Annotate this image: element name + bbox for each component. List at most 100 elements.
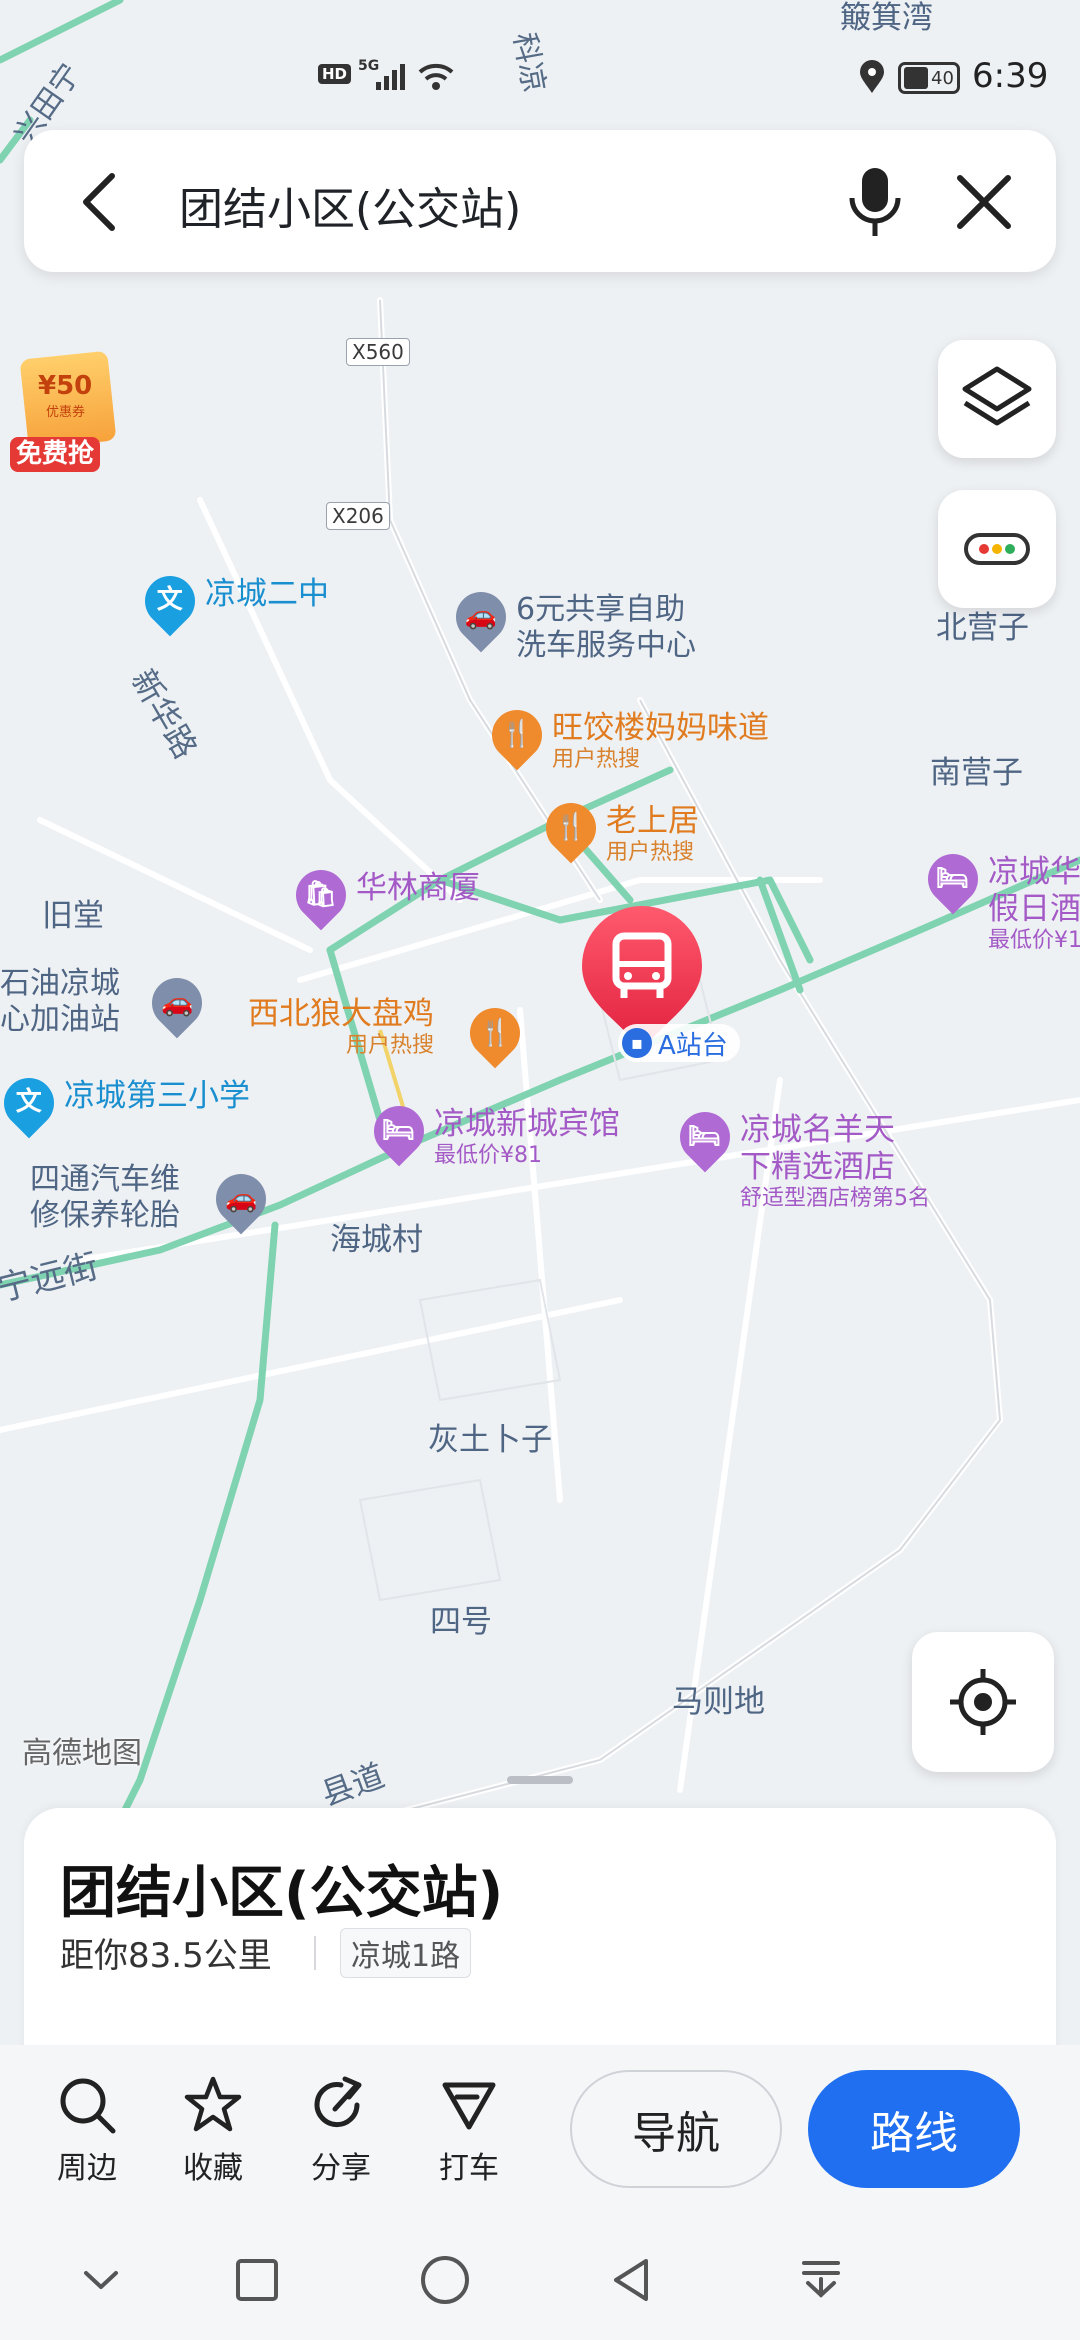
chevron-down-icon [84,2271,118,2289]
poi-holiday-hotel[interactable]: 🛏 凉城华 假日酒 最低价¥1 [917,843,1080,955]
divider [314,1936,316,1970]
home-button[interactable] [410,2245,480,2315]
poi-hualin[interactable]: 🛍 华林商厦 [285,859,480,931]
layers-button[interactable] [938,340,1056,458]
poi-label: 修保养轮胎 [30,1198,180,1233]
wifi-icon [418,63,454,90]
share-button[interactable]: 分享 [286,2075,396,2187]
place-label: 海城村 [330,1222,423,1258]
map-watermark: 高德地图 [22,1736,142,1771]
poi-sublabel: 舒适型酒店榜第5名 [740,1186,930,1212]
poi-label: 凉城名羊天 [740,1112,895,1148]
hotel-icon: 🛏 [363,1095,435,1167]
search-query[interactable]: 团结小区(公交站) [179,173,521,237]
place-label: 旧堂 [42,898,104,934]
poi-label: 凉城新城宾馆 [434,1106,620,1142]
action-label: 分享 [311,2151,371,2186]
action-bar: 周边 收藏 分享 打车 导航 路线 [0,2045,1080,2215]
traffic-icon [964,533,1030,565]
restaurant-icon: 🍴 [481,699,553,771]
bus-stop-icon: ▪ [622,1028,652,1058]
circle-icon [421,2256,469,2304]
poi-label: 凉城华 [988,854,1080,890]
place-title: 团结小区(公交站) [60,1861,504,1926]
route-shield: X560 [346,338,410,366]
location-icon [860,60,884,93]
poi-label: 心加油站 [0,1002,120,1037]
poi-laoshangju[interactable]: 🍴 老上居 用户热搜 [535,792,699,867]
place-label: 北营子 [936,610,1029,646]
back-arrow-icon[interactable] [70,170,130,234]
navigate-button[interactable]: 导航 [570,2070,782,2188]
locate-me-button[interactable] [912,1632,1054,1772]
battery-icon: 40 [898,62,960,94]
poi-wangjiao[interactable]: 🍴 旺饺楼妈妈味道 用户热搜 [481,699,769,774]
poi-label: 旺饺楼妈妈味道 [552,710,769,746]
collapse-button[interactable] [66,2245,136,2315]
poi-school-2[interactable]: 文 凉城二中 [134,565,329,637]
microphone-icon[interactable] [842,164,908,240]
action-label: 收藏 [183,2151,243,2186]
back-button[interactable] [596,2245,666,2315]
poi-label: 华林商厦 [356,870,480,906]
poi-carwash[interactable]: 🚗 6元共享自助 洗车服务中心 [445,581,696,664]
recents-button[interactable] [222,2245,292,2315]
square-icon [236,2259,278,2301]
hd-indicator: HD [318,64,352,84]
layers-icon [962,366,1032,426]
promo-coupon[interactable]: ¥50 优惠券 免费抢 [10,350,120,485]
poi-label: 西北狼大盘鸡 [248,996,434,1032]
car-icon: 🚗 [445,581,517,653]
bus-route-tag[interactable]: 凉城1路 [340,1928,472,1978]
place-detail-sheet: 团结小区(公交站) 距你83.5公里 凉城1路 [24,1808,1056,2060]
poi-label: 四通汽车维 [30,1162,180,1197]
hotel-icon: 🛏 [669,1101,741,1173]
poi-label: 6元共享自助 [516,592,686,627]
traffic-button[interactable] [938,490,1056,608]
poi-sublabel: 最低价¥1 [988,928,1080,954]
promo-amount: ¥50 [38,371,93,401]
close-icon[interactable] [952,170,1016,234]
poi-label: 石油凉城 [0,966,120,1001]
nearby-button[interactable]: 周边 [32,2075,142,2187]
taxi-button[interactable]: 打车 [414,2075,524,2187]
clock: 6:39 [972,56,1049,96]
poi-gas-station[interactable]: 石油凉城 心加油站 [0,966,120,1038]
shopping-bag-icon: 🛍 [285,859,357,931]
poi-sublabel: 最低价¥81 [434,1143,542,1169]
favorite-button[interactable]: 收藏 [158,2075,268,2187]
poi-label: 假日酒 [988,891,1080,928]
signal-icon [376,64,405,90]
locate-icon [950,1669,1016,1735]
taxi-icon [442,2082,496,2130]
search-header: 团结小区(公交站) [24,130,1056,272]
promo-small-text: 优惠券 [46,405,86,420]
poi-label: 下精选酒店 [740,1149,895,1186]
poi-school-3[interactable]: 文 凉城第三小学 [0,1067,250,1139]
poi-xincheng-hotel[interactable]: 🛏 凉城新城宾馆 最低价¥81 [363,1095,620,1170]
school-icon: 文 [0,1067,65,1139]
search-icon [60,2078,116,2134]
poi-sublabel: 用户热搜 [552,747,641,773]
promo-text: 免费抢 [10,437,101,473]
poi-sitong[interactable]: 四通汽车维 修保养轮胎 [30,1162,180,1234]
route-shield: X206 [326,502,390,530]
system-nav-bar [0,2215,1080,2340]
bus-stop-platform-tag[interactable]: ▪ A站台 [618,1024,740,1062]
route-button[interactable]: 路线 [808,2070,1020,2188]
restaurant-icon: 🍴 [535,792,607,864]
pull-down-icon [802,2261,840,2298]
poi-mingyang-hotel[interactable]: 🛏 凉城名羊天 下精选酒店 舒适型酒店榜第5名 [669,1101,930,1213]
bus-stop-platform-label: A站台 [658,1030,728,1061]
hotel-icon: 🛏 [917,843,989,915]
poi-label: 凉城第三小学 [64,1078,250,1114]
notification-pull-button[interactable] [786,2245,856,2315]
action-label: 周边 [57,2151,117,2186]
poi-sublabel: 用户热搜 [606,840,695,866]
poi-label: 老上居 [606,803,699,839]
sheet-drag-handle[interactable] [507,1776,573,1784]
share-icon [314,2076,362,2128]
poi-xibeilang[interactable]: 西北狼大盘鸡 用户热搜 [248,996,434,1060]
status-bar: HD 5G 40 6:39 [0,0,1080,130]
action-label: 打车 [439,2151,499,2186]
